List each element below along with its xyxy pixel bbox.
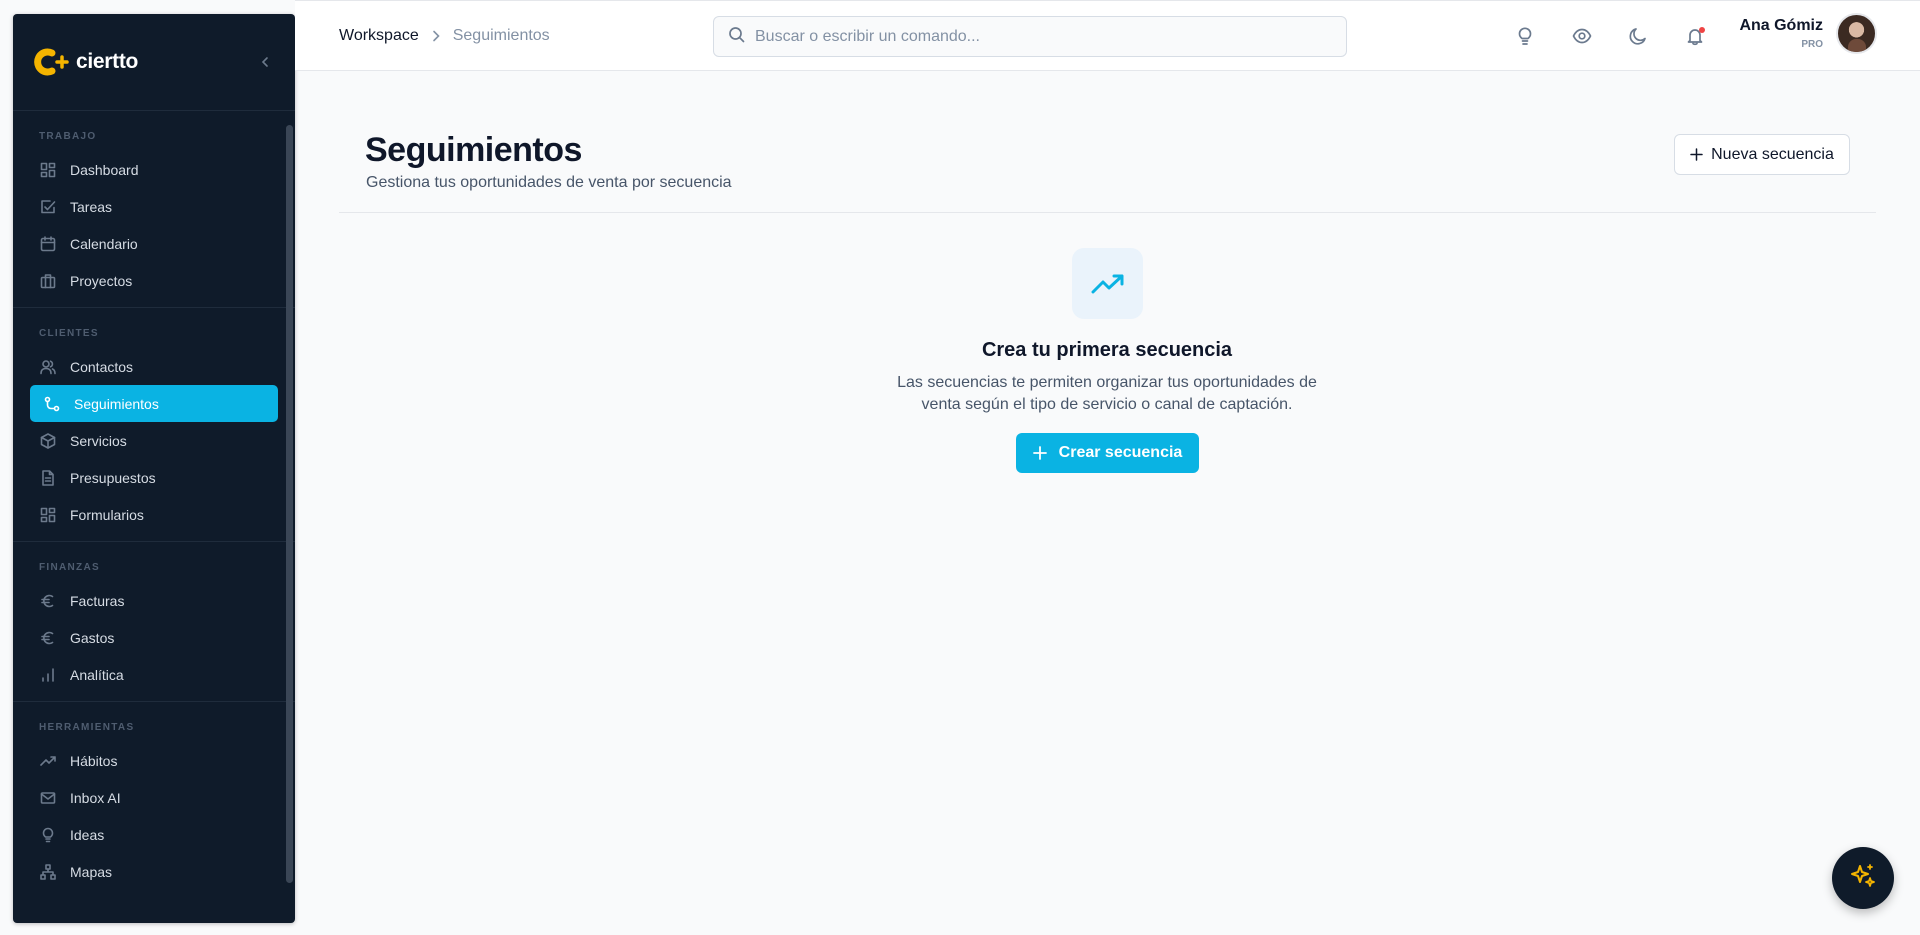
sidebar-item-formularios[interactable]: Formularios: [13, 496, 277, 533]
sitemap-icon: [39, 863, 56, 880]
sidebar-section-trabajo: TRABAJO Dashboard Tareas Calendario Proy…: [13, 111, 295, 308]
sidebar-item-servicios[interactable]: Servicios: [13, 422, 277, 459]
page-subtitle: Gestiona tus oportunidades de venta por …: [366, 174, 732, 191]
sidebar-item-mapas[interactable]: Mapas: [13, 853, 277, 890]
sidebar: ciertto TRABAJO Dashboard Tareas Calenda…: [13, 14, 295, 923]
create-sequence-label: Crear secuencia: [1058, 444, 1183, 461]
mail-icon: [39, 789, 56, 806]
plus-icon: [1690, 148, 1703, 161]
create-sequence-button[interactable]: Crear secuencia: [1016, 433, 1199, 473]
sidebar-item-label: Ideas: [70, 826, 105, 843]
sidebar-item-label: Tareas: [70, 198, 113, 215]
plus-icon: [1032, 446, 1047, 460]
notification-dot: [1699, 27, 1705, 33]
calendar-icon: [39, 235, 56, 252]
section-label: FINANZAS: [39, 562, 100, 573]
new-sequence-button[interactable]: Nueva secuencia: [1674, 134, 1850, 175]
empty-state-title: Crea tu primera secuencia: [981, 339, 1233, 361]
header-divider: [339, 212, 1876, 213]
sidebar-item-gastos[interactable]: Gastos: [13, 619, 277, 656]
briefcase-icon: [39, 272, 56, 289]
sidebar-item-calendario[interactable]: Calendario: [13, 225, 277, 262]
sidebar-item-label: Proyectos: [70, 272, 133, 289]
sidebar-item-inbox-ai[interactable]: Inbox AI: [13, 779, 277, 816]
file-text-icon: [39, 469, 56, 486]
box-icon: [39, 432, 56, 449]
ai-assistant-button[interactable]: [1832, 847, 1894, 909]
logo-text: ciertto: [76, 50, 139, 73]
lightbulb-icon[interactable]: [1514, 25, 1536, 47]
sidebar-section-herramientas: HERRAMIENTAS Hábitos Inbox AI Ideas Mapa…: [13, 702, 295, 898]
user-name: Ana Gómiz: [1739, 17, 1823, 34]
sidebar-item-label: Mapas: [70, 863, 113, 880]
sidebar-item-ideas[interactable]: Ideas: [13, 816, 277, 853]
search-box: [713, 16, 1347, 57]
sidebar-item-label: Facturas: [70, 592, 125, 609]
chevron-left-icon: [261, 57, 268, 67]
logo-icon: [34, 47, 72, 77]
breadcrumb: Workspace Seguimientos: [339, 27, 550, 45]
user-info: Ana Gómiz PRO: [1739, 17, 1823, 50]
sidebar-item-analitica[interactable]: Analítica: [13, 656, 277, 693]
sidebar-nav: TRABAJO Dashboard Tareas Calendario Proy…: [13, 111, 295, 923]
sidebar-section-finanzas: FINANZAS Facturas Gastos Analítica: [13, 542, 295, 702]
avatar[interactable]: [1836, 13, 1877, 54]
search-icon: [728, 26, 745, 48]
section-label: HERRAMIENTAS: [39, 722, 135, 733]
route-icon: [43, 395, 60, 412]
sparkles-icon: [1849, 862, 1877, 895]
sidebar-item-label: Servicios: [70, 432, 127, 449]
empty-state-text: Las secuencias te permiten organizar tus…: [897, 374, 1317, 413]
sidebar-item-habitos[interactable]: Hábitos: [13, 742, 277, 779]
search-input[interactable]: [755, 27, 1315, 46]
sidebar-item-seguimientos[interactable]: Seguimientos: [30, 385, 278, 422]
bell-icon[interactable]: [1684, 25, 1706, 47]
page-title: Seguimientos: [365, 131, 582, 169]
breadcrumb-root[interactable]: Workspace: [339, 27, 419, 45]
moon-icon[interactable]: [1627, 25, 1649, 47]
sidebar-scrollbar[interactable]: [286, 125, 293, 883]
sidebar-item-label: Inbox AI: [70, 789, 121, 806]
sidebar-item-facturas[interactable]: Facturas: [13, 582, 277, 619]
trending-up-icon: [39, 752, 56, 769]
sidebar-item-label: Dashboard: [70, 161, 139, 178]
sidebar-item-label: Seguimientos: [74, 395, 159, 412]
grid-icon: [39, 161, 56, 178]
new-sequence-label: Nueva secuencia: [1711, 145, 1834, 163]
collapse-sidebar-button[interactable]: [257, 54, 273, 70]
sidebar-item-label: Analítica: [70, 666, 124, 683]
check-square-icon: [39, 198, 56, 215]
sidebar-item-label: Presupuestos: [70, 469, 156, 486]
lightbulb-icon: [39, 826, 56, 843]
sidebar-item-presupuestos[interactable]: Presupuestos: [13, 459, 277, 496]
sidebar-item-proyectos[interactable]: Proyectos: [13, 262, 277, 299]
sidebar-item-dashboard[interactable]: Dashboard: [13, 151, 277, 188]
bar-chart-icon: [39, 666, 56, 683]
sidebar-item-label: Hábitos: [70, 752, 118, 769]
section-label: TRABAJO: [39, 131, 97, 142]
grid-icon: [39, 506, 56, 523]
sidebar-item-label: Formularios: [70, 506, 144, 523]
sidebar-item-tareas[interactable]: Tareas: [13, 188, 277, 225]
sidebar-item-label: Calendario: [70, 235, 138, 252]
chevron-right-icon: [431, 30, 441, 42]
trending-up-icon: [1072, 248, 1143, 319]
sidebar-header: ciertto: [13, 14, 295, 111]
euro-icon: [39, 592, 56, 609]
user-menu[interactable]: Ana Gómiz PRO: [1739, 13, 1877, 54]
breadcrumb-current: Seguimientos: [452, 27, 550, 44]
euro-icon: [39, 629, 56, 646]
sidebar-item-label: Gastos: [70, 629, 115, 646]
top-bar: Workspace Seguimientos Ana Gómiz PRO: [295, 0, 1920, 71]
eye-icon[interactable]: [1571, 25, 1593, 47]
user-plan-badge: PRO: [1801, 39, 1823, 50]
